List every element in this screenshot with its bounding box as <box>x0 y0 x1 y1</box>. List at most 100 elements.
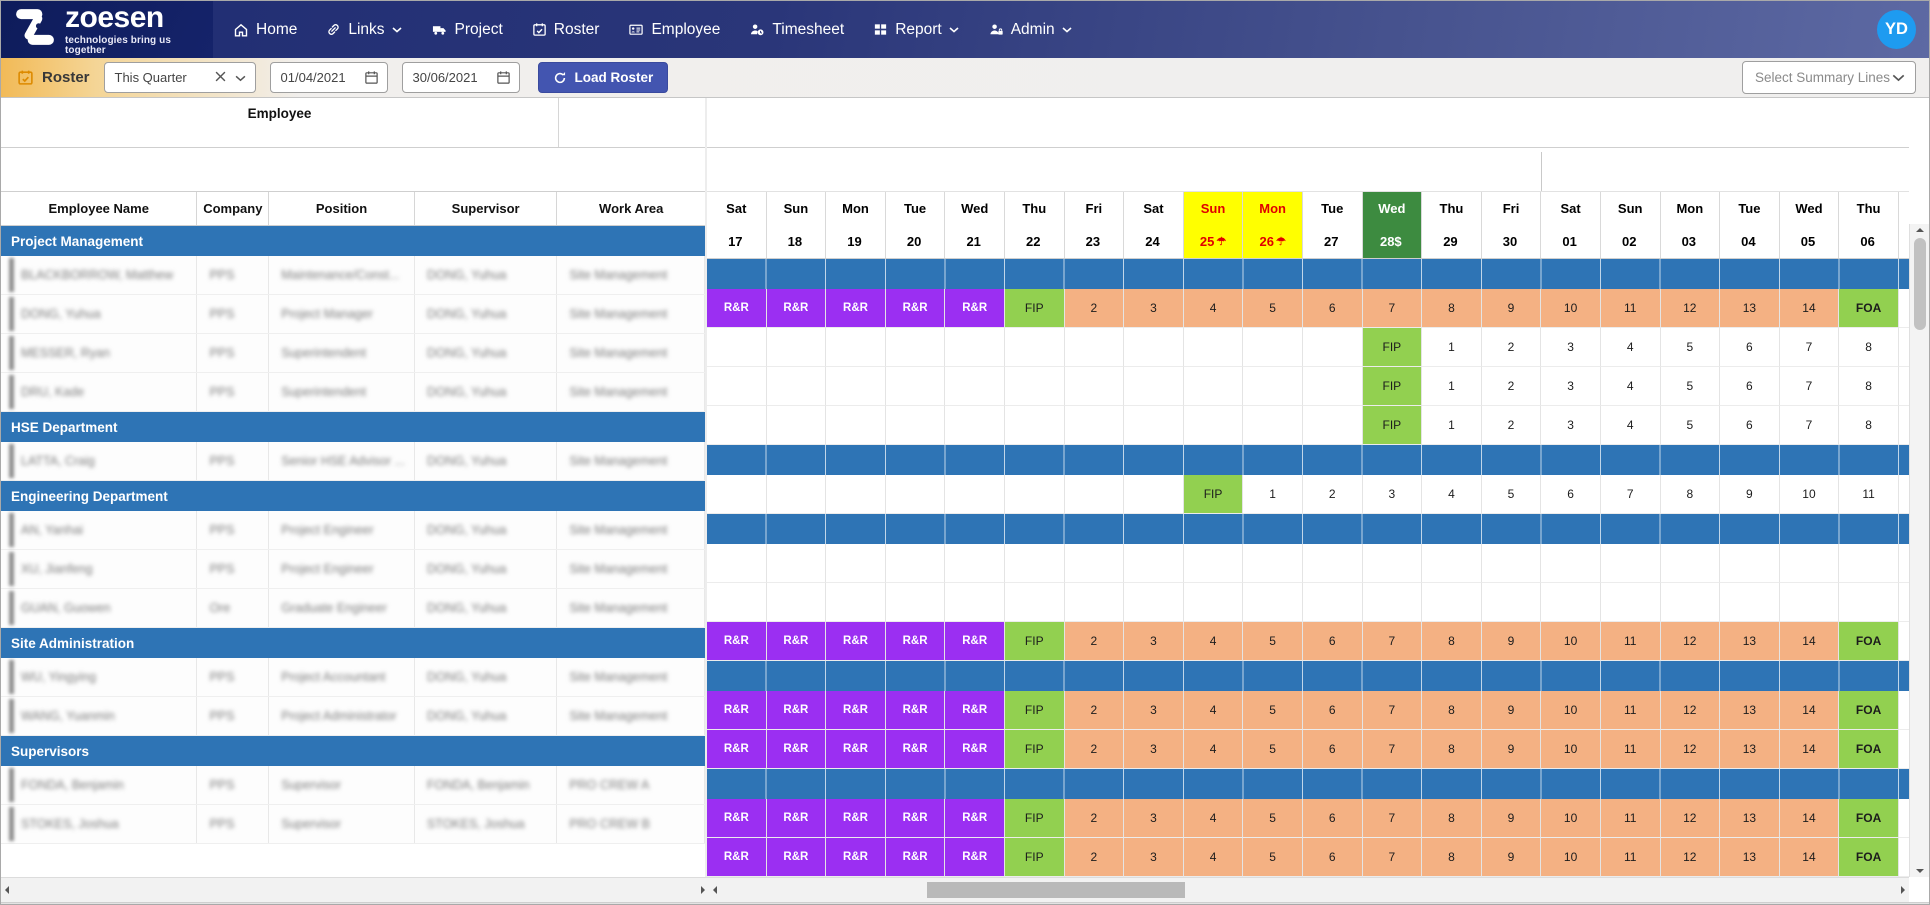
roster-cell[interactable]: R&R <box>707 730 767 769</box>
roster-cell[interactable] <box>1065 328 1125 367</box>
roster-cell[interactable]: 4 <box>1184 289 1244 328</box>
roster-cell[interactable]: 5 <box>1661 367 1721 406</box>
roster-cell[interactable] <box>1184 544 1244 583</box>
roster-cell[interactable] <box>886 475 946 514</box>
roster-cell[interactable] <box>1005 544 1065 583</box>
roster-cell[interactable] <box>767 583 827 622</box>
roster-cell[interactable] <box>1541 544 1601 583</box>
roster-cell[interactable]: 3 <box>1541 406 1601 445</box>
roster-cell[interactable]: 7 <box>1363 691 1423 730</box>
roster-cell[interactable]: 8 <box>1422 799 1482 838</box>
roster-cell[interactable] <box>886 406 946 445</box>
roster-cell[interactable]: 8 <box>1422 730 1482 769</box>
left-pane-hscrollbar[interactable] <box>1 877 709 902</box>
roster-cell[interactable]: R&R <box>945 730 1005 769</box>
roster-cell[interactable]: 3 <box>1124 838 1184 877</box>
employee-row[interactable]: BLACKBORROW, Matthew PPS Maintenance/Con… <box>1 256 705 295</box>
calendar-pane-hscrollbar[interactable] <box>709 877 1909 902</box>
roster-cell[interactable]: 9 <box>1482 838 1542 877</box>
roster-cell[interactable]: 3 <box>1541 328 1601 367</box>
roster-cell[interactable]: 10 <box>1541 838 1601 877</box>
roster-cell[interactable] <box>1005 328 1065 367</box>
roster-cell[interactable]: R&R <box>886 799 946 838</box>
roster-cell[interactable]: 11 <box>1601 622 1661 661</box>
roster-cell[interactable] <box>707 544 767 583</box>
roster-cell[interactable]: 6 <box>1541 475 1601 514</box>
roster-cell[interactable]: 3 <box>1124 730 1184 769</box>
roster-cell[interactable] <box>1839 583 1899 622</box>
user-avatar[interactable]: YD <box>1877 10 1916 49</box>
roster-cell[interactable] <box>1720 583 1780 622</box>
roster-cell[interactable]: 14 <box>1780 799 1840 838</box>
roster-cell[interactable]: 10 <box>1541 799 1601 838</box>
hscrollbar-thumb[interactable] <box>927 882 1185 898</box>
roster-cell[interactable]: 4 <box>1184 691 1244 730</box>
nav-item-timesheet[interactable]: Timesheet <box>749 21 844 39</box>
roster-cell[interactable] <box>1065 475 1125 514</box>
roster-cell[interactable]: R&R <box>767 691 827 730</box>
roster-cell[interactable] <box>1541 583 1601 622</box>
roster-cell[interactable]: 2 <box>1482 367 1542 406</box>
roster-cell[interactable] <box>826 475 886 514</box>
roster-cell[interactable]: 13 <box>1720 730 1780 769</box>
roster-cell[interactable] <box>1005 475 1065 514</box>
roster-cell[interactable] <box>767 544 827 583</box>
roster-cell[interactable]: 4 <box>1184 622 1244 661</box>
scroll-right-arrow[interactable] <box>701 886 705 894</box>
roster-cell[interactable]: 1 <box>1243 475 1303 514</box>
nav-item-project[interactable]: Project <box>431 21 503 39</box>
roster-cell[interactable]: 3 <box>1541 367 1601 406</box>
roster-cell[interactable] <box>1124 328 1184 367</box>
roster-cell[interactable]: R&R <box>767 622 827 661</box>
roster-cell[interactable] <box>886 544 946 583</box>
roster-cell[interactable]: R&R <box>945 838 1005 877</box>
employee-row[interactable]: MESSER, Ryan PPS Superintendent DONG, Yu… <box>1 334 705 373</box>
roster-cell[interactable]: R&R <box>945 799 1005 838</box>
roster-cell[interactable]: 6 <box>1303 838 1363 877</box>
nav-item-home[interactable]: Home <box>233 21 297 39</box>
roster-cell[interactable] <box>1005 583 1065 622</box>
roster-cell[interactable]: 2 <box>1065 799 1125 838</box>
roster-cell[interactable]: R&R <box>767 799 827 838</box>
roster-cell[interactable]: 7 <box>1363 838 1423 877</box>
scroll-left-arrow[interactable] <box>713 886 717 894</box>
roster-cell[interactable]: FIP <box>1363 328 1423 367</box>
roster-cell[interactable]: 4 <box>1601 328 1661 367</box>
roster-cell[interactable] <box>1363 583 1423 622</box>
roster-cell[interactable] <box>1720 544 1780 583</box>
roster-cell[interactable]: 7 <box>1363 289 1423 328</box>
roster-cell[interactable] <box>1065 367 1125 406</box>
roster-cell[interactable]: 8 <box>1839 328 1899 367</box>
roster-cell[interactable]: 12 <box>1661 289 1721 328</box>
roster-cell[interactable] <box>1005 367 1065 406</box>
roster-cell[interactable]: 6 <box>1303 289 1363 328</box>
roster-cell[interactable]: R&R <box>767 730 827 769</box>
vscrollbar-thumb[interactable] <box>1914 238 1926 330</box>
roster-cell[interactable]: 3 <box>1363 475 1423 514</box>
roster-cell[interactable]: 2 <box>1303 475 1363 514</box>
roster-cell[interactable]: 5 <box>1243 289 1303 328</box>
roster-cell[interactable] <box>886 328 946 367</box>
roster-cell[interactable]: 6 <box>1303 730 1363 769</box>
roster-cell[interactable]: 9 <box>1482 289 1542 328</box>
roster-cell[interactable]: 14 <box>1780 622 1840 661</box>
roster-cell[interactable]: FOA <box>1839 838 1899 877</box>
scroll-left-arrow[interactable] <box>5 886 9 894</box>
roster-cell[interactable]: 14 <box>1780 691 1840 730</box>
roster-cell[interactable] <box>1303 328 1363 367</box>
roster-cell[interactable]: 8 <box>1839 367 1899 406</box>
quarter-filter-select[interactable]: This Quarter <box>104 62 256 93</box>
roster-cell[interactable] <box>1184 583 1244 622</box>
roster-cell[interactable]: R&R <box>945 691 1005 730</box>
roster-cell[interactable]: 2 <box>1065 838 1125 877</box>
roster-cell[interactable]: 11 <box>1601 730 1661 769</box>
roster-cell[interactable] <box>1303 367 1363 406</box>
roster-cell[interactable] <box>1303 583 1363 622</box>
roster-cell[interactable]: 5 <box>1661 406 1721 445</box>
roster-cell[interactable]: 4 <box>1184 838 1244 877</box>
roster-cell[interactable]: 7 <box>1780 367 1840 406</box>
roster-cell[interactable]: 10 <box>1541 289 1601 328</box>
roster-cell[interactable]: 7 <box>1363 622 1423 661</box>
roster-cell[interactable]: 6 <box>1303 622 1363 661</box>
roster-cell[interactable]: 8 <box>1422 289 1482 328</box>
